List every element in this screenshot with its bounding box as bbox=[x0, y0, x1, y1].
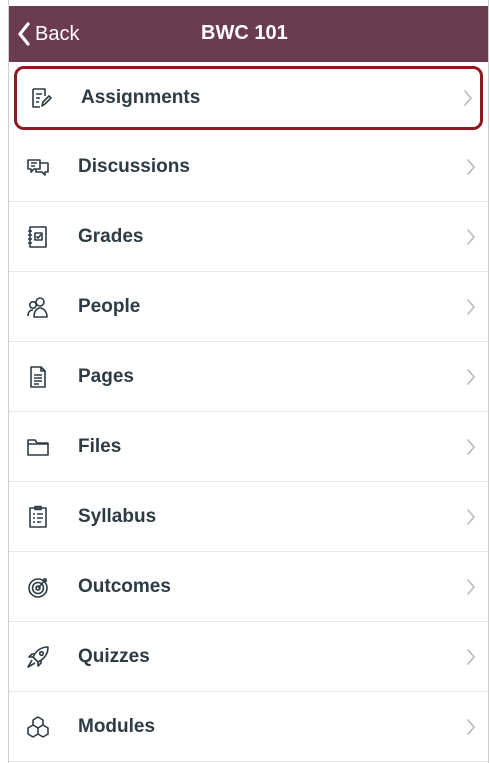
back-label: Back bbox=[35, 22, 80, 45]
menu-item-label: Assignments bbox=[81, 87, 201, 108]
chevron-right-icon bbox=[466, 158, 476, 176]
menu-item-syllabus[interactable]: Syllabus bbox=[9, 482, 488, 552]
discussions-icon bbox=[26, 155, 50, 179]
assignments-icon bbox=[29, 86, 53, 110]
chevron-right-icon bbox=[466, 648, 476, 666]
course-menu-list: Assignments Discussions Grades People Pa… bbox=[9, 62, 488, 762]
menu-item-label: Modules bbox=[78, 715, 156, 737]
modules-icon bbox=[26, 715, 50, 739]
outcomes-icon bbox=[26, 575, 50, 599]
menu-item-people[interactable]: People bbox=[9, 272, 488, 342]
menu-item-label: Quizzes bbox=[78, 645, 150, 667]
menu-item-modules[interactable]: Modules bbox=[9, 692, 488, 762]
menu-item-label: Pages bbox=[78, 365, 134, 387]
syllabus-icon bbox=[26, 505, 50, 529]
menu-item-label: People bbox=[78, 295, 141, 317]
chevron-right-icon bbox=[466, 438, 476, 456]
folder-icon bbox=[26, 435, 50, 459]
menu-item-outcomes[interactable]: Outcomes bbox=[9, 552, 488, 622]
chevron-right-icon bbox=[466, 508, 476, 526]
chevron-right-icon bbox=[466, 578, 476, 596]
menu-item-label: Discussions bbox=[78, 155, 190, 177]
chevron-left-icon bbox=[17, 22, 31, 46]
navigation-bar: Back BWC 101 bbox=[9, 6, 488, 62]
menu-item-label: Files bbox=[78, 435, 122, 457]
people-icon bbox=[26, 295, 50, 319]
rocket-icon bbox=[26, 645, 50, 669]
menu-item-label: Outcomes bbox=[78, 575, 171, 597]
menu-item-pages[interactable]: Pages bbox=[9, 342, 488, 412]
chevron-right-icon bbox=[466, 718, 476, 736]
menu-item-files[interactable]: Files bbox=[9, 412, 488, 482]
chevron-right-icon bbox=[466, 228, 476, 246]
back-button[interactable]: Back bbox=[17, 16, 79, 52]
menu-item-discussions[interactable]: Discussions bbox=[9, 132, 488, 202]
chevron-right-icon bbox=[463, 89, 473, 107]
grades-icon bbox=[26, 225, 50, 249]
menu-item-quizzes[interactable]: Quizzes bbox=[9, 622, 488, 692]
menu-item-label: Syllabus bbox=[78, 505, 157, 527]
course-title: BWC 101 bbox=[201, 22, 288, 44]
menu-item-grades[interactable]: Grades bbox=[9, 202, 488, 272]
chevron-right-icon bbox=[466, 368, 476, 386]
pages-icon bbox=[26, 365, 50, 389]
menu-item-label: Grades bbox=[78, 225, 144, 247]
app-screen: Back BWC 101 Assignments Discussions Gra… bbox=[0, 0, 490, 763]
right-edge-line bbox=[488, 0, 489, 763]
chevron-right-icon bbox=[466, 298, 476, 316]
menu-item-assignments[interactable]: Assignments bbox=[14, 66, 483, 130]
